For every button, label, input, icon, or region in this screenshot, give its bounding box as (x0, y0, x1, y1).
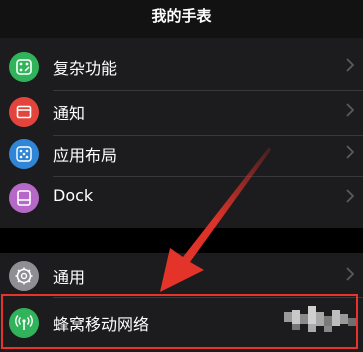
complications-icon (9, 52, 39, 82)
dock-icon (9, 183, 39, 213)
menu-item-complications[interactable]: 复杂功能 (0, 43, 363, 90)
menu-item-label: 复杂功能 (53, 59, 118, 78)
menu-item-label: Dock (53, 186, 94, 205)
nav-bar: 我的手表 (0, 0, 363, 38)
menu-item-label: 通知 (53, 104, 86, 123)
page-title: 我的手表 (151, 7, 212, 25)
menu-item-label: 通用 (53, 268, 86, 287)
menu-item-dock[interactable]: Dock (0, 174, 363, 221)
app-layout-icon (9, 139, 39, 169)
menu-item-cellular[interactable]: 蜂窝移动网络 (0, 299, 363, 346)
chevron-right-icon (346, 58, 354, 72)
notifications-icon (9, 97, 39, 127)
gear-icon (9, 261, 39, 291)
menu-item-notifications[interactable]: 通知 (0, 88, 363, 135)
chevron-right-icon (346, 189, 354, 203)
chevron-right-icon (346, 145, 354, 159)
divider (53, 297, 363, 298)
menu-item-app-layout[interactable]: 应用布局 (0, 130, 363, 177)
chevron-right-icon (346, 103, 354, 117)
chevron-right-icon (346, 267, 354, 281)
menu-item-general[interactable]: 通用 (0, 252, 363, 299)
menu-item-label: 蜂窝移动网络 (53, 315, 150, 334)
menu-item-label: 应用布局 (53, 146, 118, 165)
cellular-icon (9, 308, 39, 338)
